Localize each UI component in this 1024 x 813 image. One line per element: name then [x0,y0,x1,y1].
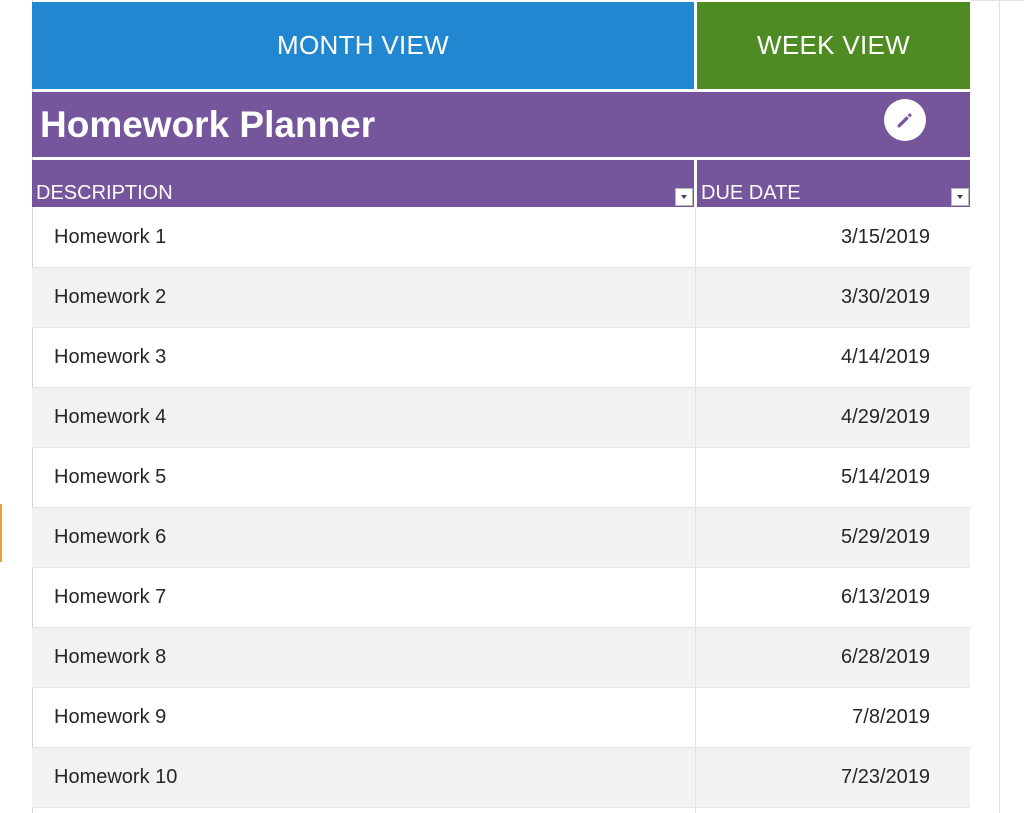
right-gridlines [971,0,1024,813]
due-date-cell[interactable]: 3/30/2019 [841,268,930,327]
week-view-button[interactable]: WEEK VIEW [697,2,970,89]
column-header-label: DUE DATE [701,182,801,204]
column-header-label: DESCRIPTION [36,182,173,204]
column-divider [695,568,696,627]
column-header-description: DESCRIPTION [32,160,694,207]
table-row[interactable]: Homework 9 7/8/2019 [32,688,970,748]
chevron-down-icon [681,195,687,199]
pencil-icon [897,113,912,128]
left-gutter [0,0,33,813]
description-cell[interactable]: Homework 3 [54,328,166,387]
column-divider [695,388,696,447]
table-row[interactable]: Homework 4 4/29/2019 [32,388,970,448]
table-row[interactable]: Homework 3 4/14/2019 [32,328,970,388]
table-row[interactable]: Homework 7 6/13/2019 [32,568,970,628]
due-date-cell[interactable]: 5/14/2019 [841,448,930,507]
due-date-cell[interactable]: 3/15/2019 [841,208,930,267]
selection-marker [0,504,2,562]
homework-table-body: Homework 1 3/15/2019 Homework 2 3/30/201… [32,208,970,808]
table-row[interactable]: Homework 1 3/15/2019 [32,208,970,268]
column-header-due-date: DUE DATE [697,160,970,207]
description-cell[interactable]: Homework 8 [54,628,166,687]
column-divider [695,208,696,267]
table-row[interactable]: Homework 8 6/28/2019 [32,628,970,688]
edit-button[interactable] [884,99,926,141]
column-divider [695,628,696,687]
page-title: Homework Planner [40,104,376,145]
column-divider [695,808,696,813]
description-cell[interactable]: Homework 2 [54,268,166,327]
column-divider [695,688,696,747]
column-divider [695,268,696,327]
filter-dropdown-button[interactable] [951,188,969,206]
due-date-cell[interactable]: 4/14/2019 [841,328,930,387]
description-cell[interactable]: Homework 1 [54,208,166,267]
due-date-cell[interactable]: 6/28/2019 [841,628,930,687]
spreadsheet: MONTH VIEW WEEK VIEW Homework Planner DE… [0,0,1024,813]
chevron-down-icon [957,195,963,199]
due-date-cell[interactable]: 4/29/2019 [841,388,930,447]
table-row[interactable]: Homework 5 5/14/2019 [32,448,970,508]
title-bar: Homework Planner [32,92,970,157]
due-date-cell[interactable]: 6/13/2019 [841,568,930,627]
due-date-cell[interactable]: 7/23/2019 [841,748,930,807]
description-cell[interactable]: Homework 7 [54,568,166,627]
month-view-button[interactable]: MONTH VIEW [32,2,694,89]
description-cell[interactable]: Homework 10 [54,748,177,807]
column-divider [695,328,696,387]
description-cell[interactable]: Homework 5 [54,448,166,507]
column-divider [695,748,696,807]
column-divider [695,448,696,507]
due-date-cell[interactable]: 5/29/2019 [841,508,930,567]
gridline [971,0,1024,1]
gridline [999,0,1000,813]
description-cell[interactable]: Homework 9 [54,688,166,747]
table-row[interactable]: Homework 10 7/23/2019 [32,748,970,808]
description-cell[interactable]: Homework 6 [54,508,166,567]
table-row[interactable]: Homework 6 5/29/2019 [32,508,970,568]
description-cell[interactable]: Homework 4 [54,388,166,447]
table-row[interactable]: Homework 2 3/30/2019 [32,268,970,328]
filter-dropdown-button[interactable] [675,188,693,206]
column-divider [695,508,696,567]
due-date-cell[interactable]: 7/8/2019 [852,688,930,747]
